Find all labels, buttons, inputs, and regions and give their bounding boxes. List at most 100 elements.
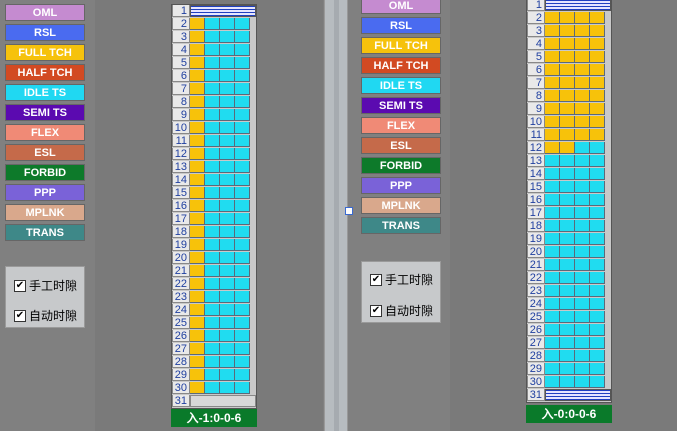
timeslot-cell[interactable] xyxy=(205,44,220,56)
timeslot-cell[interactable] xyxy=(590,38,605,50)
timeslot-cell[interactable] xyxy=(560,259,575,271)
timeslot-cell[interactable] xyxy=(545,168,560,180)
timeslot-cell[interactable] xyxy=(235,122,250,134)
timeslot-cell[interactable] xyxy=(205,161,220,173)
timeslot-cell[interactable] xyxy=(220,265,235,277)
timeslot-cell[interactable] xyxy=(545,25,560,37)
timeslot-cell[interactable] xyxy=(545,12,560,24)
timeslot-cell[interactable] xyxy=(575,90,590,102)
timeslot-cell[interactable] xyxy=(560,25,575,37)
timeslot-cell[interactable] xyxy=(560,285,575,297)
timeslot-cell[interactable] xyxy=(235,356,250,368)
timeslot-cell[interactable] xyxy=(545,116,560,128)
timeslot-cell[interactable] xyxy=(590,25,605,37)
timeslot-cell[interactable] xyxy=(235,304,250,316)
timeslot-cell[interactable] xyxy=(545,207,560,219)
timeslot-cell[interactable] xyxy=(575,38,590,50)
timeslot-cell[interactable] xyxy=(205,382,220,394)
timeslot-cell[interactable] xyxy=(545,272,560,284)
timeslot-cell[interactable] xyxy=(590,168,605,180)
timeslot-cell[interactable] xyxy=(220,96,235,108)
timeslot-cell[interactable] xyxy=(590,181,605,193)
splitter-handle-icon[interactable] xyxy=(345,207,353,215)
timeslot-cell[interactable] xyxy=(575,129,590,141)
timeslot-cell[interactable] xyxy=(220,148,235,160)
timeslot-cell[interactable] xyxy=(205,83,220,95)
timeslot-cell[interactable] xyxy=(220,135,235,147)
timeslot-cell[interactable] xyxy=(575,142,590,154)
timeslot-cell[interactable] xyxy=(590,285,605,297)
timeslot-cell[interactable] xyxy=(590,155,605,167)
auto-timeslot-checkbox[interactable]: ✔ 自动时隙 xyxy=(14,309,77,323)
timeslot-cell[interactable] xyxy=(205,226,220,238)
timeslot-cell[interactable] xyxy=(190,96,205,108)
timeslot-cell[interactable] xyxy=(220,278,235,290)
timeslot-cell[interactable] xyxy=(575,116,590,128)
timeslot-cell[interactable] xyxy=(545,350,560,362)
timeslot-cell[interactable] xyxy=(560,298,575,310)
timeslot-cell[interactable] xyxy=(235,174,250,186)
timeslot-cell[interactable] xyxy=(575,220,590,232)
timeslot-cell[interactable] xyxy=(560,103,575,115)
timeslot-cell[interactable] xyxy=(235,291,250,303)
timeslot-cell[interactable] xyxy=(205,213,220,225)
timeslot-cell[interactable] xyxy=(190,109,205,121)
timeslot-cell[interactable] xyxy=(205,187,220,199)
timeslot-cell[interactable] xyxy=(560,246,575,258)
timeslot-cell[interactable] xyxy=(220,44,235,56)
timeslot-cell[interactable] xyxy=(220,291,235,303)
timeslot-cell[interactable] xyxy=(190,213,205,225)
timeslot-cell[interactable] xyxy=(575,103,590,115)
timeslot-cell[interactable] xyxy=(235,44,250,56)
checkbox-manual-mark-right[interactable]: ✔ xyxy=(370,274,382,286)
timeslot-cell[interactable] xyxy=(190,70,205,82)
timeslot-cell[interactable] xyxy=(575,350,590,362)
timeslot-cell[interactable] xyxy=(205,122,220,134)
timeslot-cell[interactable] xyxy=(220,31,235,43)
timeslot-cell[interactable] xyxy=(220,317,235,329)
timeslot-cell[interactable] xyxy=(205,200,220,212)
timeslot-cell[interactable] xyxy=(235,135,250,147)
timeslot-cell[interactable] xyxy=(190,291,205,303)
timeslot-cell[interactable] xyxy=(220,369,235,381)
timeslot-cell[interactable] xyxy=(560,220,575,232)
timeslot-cell[interactable] xyxy=(575,233,590,245)
timeslot-cell[interactable] xyxy=(205,252,220,264)
timeslot-cell[interactable] xyxy=(575,272,590,284)
timeslot-cell[interactable] xyxy=(235,161,250,173)
timeslot-cell[interactable] xyxy=(235,343,250,355)
timeslot-cell[interactable] xyxy=(560,12,575,24)
timeslot-cell[interactable] xyxy=(220,70,235,82)
timeslot-cell[interactable] xyxy=(545,233,560,245)
timeslot-cell[interactable] xyxy=(545,246,560,258)
timeslot-cell[interactable] xyxy=(590,207,605,219)
timeslot-cell[interactable] xyxy=(590,142,605,154)
timeslot-cell[interactable] xyxy=(220,382,235,394)
timeslot-cell[interactable] xyxy=(575,285,590,297)
timeslot-cell[interactable] xyxy=(235,317,250,329)
timeslot-cell[interactable] xyxy=(545,337,560,349)
timeslot-cell[interactable] xyxy=(205,317,220,329)
timeslot-cell[interactable] xyxy=(235,70,250,82)
auto-timeslot-checkbox-right[interactable]: ✔ 自动时隙 xyxy=(370,304,433,318)
timeslot-cell[interactable] xyxy=(220,213,235,225)
timeslot-cell[interactable] xyxy=(220,174,235,186)
timeslot-cell[interactable] xyxy=(590,376,605,388)
panel-divider[interactable] xyxy=(324,0,348,431)
timeslot-cell[interactable] xyxy=(220,187,235,199)
timeslot-cell[interactable] xyxy=(545,181,560,193)
timeslot-cell[interactable] xyxy=(590,12,605,24)
timeslot-cell[interactable] xyxy=(220,304,235,316)
timeslot-cell[interactable] xyxy=(575,51,590,63)
timeslot-cell[interactable] xyxy=(190,304,205,316)
timeslot-cell[interactable] xyxy=(560,64,575,76)
timeslot-cell[interactable] xyxy=(575,259,590,271)
timeslot-grid-left[interactable]: 1 2 3 4 5 6 7 8 9 10 11 12 13 14 15 16 17 18 19 20 21 22 23 24 2… xyxy=(171,4,257,409)
timeslot-cell[interactable] xyxy=(205,278,220,290)
timeslot-cell[interactable] xyxy=(235,265,250,277)
timeslot-cell[interactable] xyxy=(575,246,590,258)
timeslot-cell[interactable] xyxy=(560,168,575,180)
timeslot-cell[interactable] xyxy=(235,369,250,381)
timeslot-cell[interactable] xyxy=(235,382,250,394)
timeslot-cell[interactable] xyxy=(560,194,575,206)
